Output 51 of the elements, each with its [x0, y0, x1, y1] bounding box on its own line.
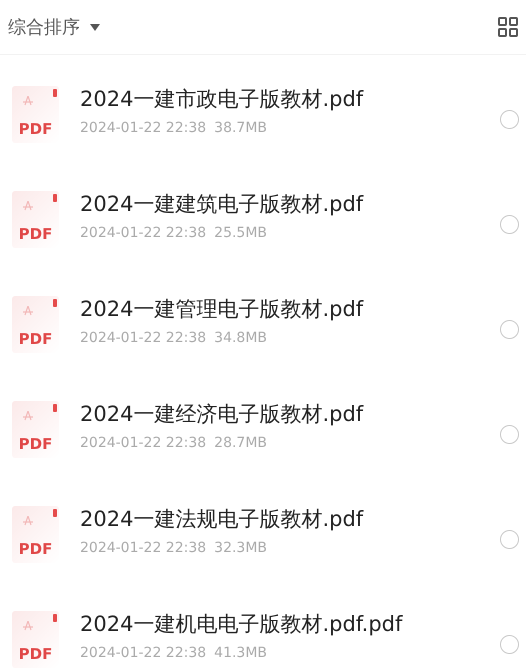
document-symbol-icon	[22, 621, 34, 631]
document-symbol-icon	[22, 201, 34, 211]
corner-tab-icon	[53, 194, 57, 202]
file-date: 2024-01-22 22:38	[80, 224, 206, 244]
document-symbol-icon	[22, 411, 34, 421]
file-size: 34.8MB	[214, 329, 268, 348]
file-size: 28.7MB	[214, 434, 268, 454]
file-type-label: PDF	[18, 647, 52, 662]
select-radio[interactable]	[500, 215, 519, 234]
file-row[interactable]: PDF 2024一建经济电子版教材.pdf 2024-01-22 22:38 28.7MB	[0, 377, 526, 482]
corner-tab-icon	[53, 404, 57, 412]
file-type-label: PDF	[18, 122, 52, 137]
file-size: 41.3MB	[214, 644, 268, 664]
select-radio[interactable]	[500, 425, 519, 444]
file-row[interactable]: PDF 2024一建管理电子版教材.pdf 2024-01-22 22:38 34.8MB	[0, 272, 526, 377]
file-date: 2024-01-22 22:38	[80, 434, 206, 454]
select-radio[interactable]	[500, 530, 519, 549]
file-name: 2024一建经济电子版教材.pdf	[80, 400, 364, 428]
corner-tab-icon	[53, 509, 57, 517]
file-size: 25.5MB	[214, 224, 268, 244]
select-radio[interactable]	[500, 635, 519, 654]
file-row[interactable]: PDF 2024一建机电电子版教材.pdf.pdf 2024-01-22 22:38 41.3MB	[0, 587, 526, 670]
file-row[interactable]: PDF 2024一建法规电子版教材.pdf 2024-01-22 22:38 32.3MB	[0, 482, 526, 587]
file-size: 32.3MB	[214, 539, 268, 558]
file-name: 2024一建市政电子版教材.pdf	[80, 86, 364, 112]
file-name: 2024一建机电电子版教材.pdf.pdf	[80, 610, 404, 638]
file-size: 38.7MB	[214, 119, 268, 138]
file-type-label: PDF	[18, 227, 52, 242]
select-radio[interactable]	[500, 320, 519, 339]
file-date: 2024-01-22 22:38	[80, 644, 206, 664]
grid-view-icon[interactable]	[498, 17, 518, 37]
corner-tab-icon	[53, 299, 57, 307]
file-name: 2024一建法规电子版教材.pdf	[80, 506, 364, 532]
caret-icon	[90, 24, 100, 30]
file-type-label: PDF	[18, 332, 52, 347]
file-name: 2024一建建筑电子版教材.pdf	[80, 190, 364, 218]
file-date: 2024-01-22 22:38	[80, 539, 206, 558]
corner-tab-icon	[53, 89, 57, 97]
document-symbol-icon	[22, 516, 34, 526]
sort-dropdown[interactable]: 综合排序	[8, 14, 100, 40]
file-date: 2024-01-22 22:38	[80, 119, 206, 138]
file-type-label: PDF	[18, 542, 52, 557]
file-type-label: PDF	[18, 437, 52, 452]
select-radio[interactable]	[500, 110, 519, 129]
file-name: 2024一建管理电子版教材.pdf	[80, 296, 364, 322]
file-row[interactable]: PDF 2024一建市政电子版教材.pdf 2024-01-22 22:38 38.7MB	[0, 62, 526, 167]
file-row[interactable]: PDF 2024一建建筑电子版教材.pdf 2024-01-22 22:38 25.5MB	[0, 167, 526, 272]
file-date: 2024-01-22 22:38	[80, 329, 206, 348]
document-symbol-icon	[22, 306, 34, 316]
document-symbol-icon	[22, 96, 34, 106]
corner-tab-icon	[53, 614, 57, 622]
